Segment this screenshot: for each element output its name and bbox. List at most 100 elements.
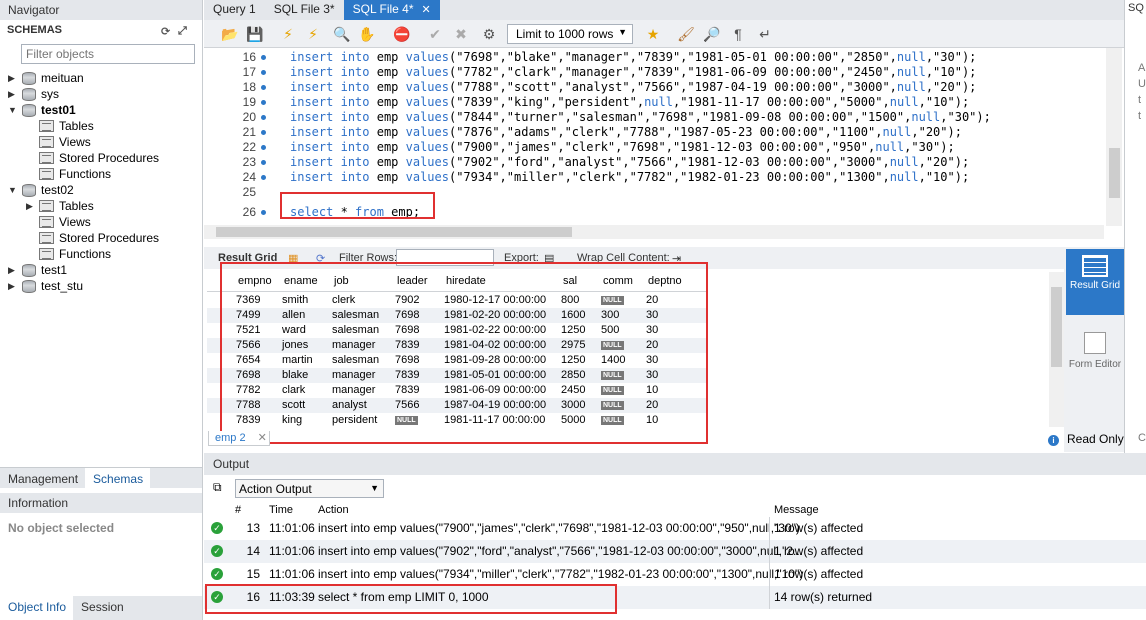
schema-item[interactable]: ▶ meituan [8, 70, 84, 86]
output-message: 1 row(s) affected [774, 567, 864, 581]
close-icon[interactable]: ✕ [422, 4, 431, 16]
schema-item[interactable]: ▼ test01 [8, 102, 76, 118]
line-number: 20 [242, 110, 256, 124]
result-grid-button[interactable]: Result Grid [1066, 249, 1124, 315]
folder-icon [39, 168, 54, 180]
code-line: 23 insert into emp values("7902","ford","… [204, 155, 1104, 170]
tab-schemas[interactable]: Schemas [85, 468, 151, 488]
refresh-icon[interactable]: ⟳ [161, 25, 170, 38]
schema-item[interactable]: ▶ test1 [8, 262, 67, 278]
output-column-header: # [235, 504, 242, 516]
line-number: 25 [242, 185, 256, 199]
rail-result-label: Result Grid [1069, 280, 1120, 291]
schema-name: test1 [41, 263, 68, 277]
panel-text: A [1138, 62, 1146, 74]
schema-child-item[interactable]: ▶ Tables [26, 198, 94, 214]
chevron-right-icon[interactable]: ▶ [8, 73, 18, 84]
save-icon[interactable]: 💾 [246, 25, 264, 43]
chevron-right-icon[interactable]: ▶ [8, 265, 18, 276]
chevron-down-icon: ▼ [618, 27, 627, 37]
folder-icon [39, 120, 54, 132]
schema-child-item[interactable]: Functions [39, 246, 111, 262]
code-line: 22 insert into emp values("7900","james",… [204, 140, 1104, 155]
output-n: 14 [246, 544, 260, 558]
code-text: insert into emp values("7782","clark","m… [290, 65, 977, 79]
line-number: 19 [242, 95, 256, 109]
tab-object-info[interactable]: Object Info [0, 596, 74, 620]
filter-objects-input[interactable] [21, 44, 195, 64]
output-toolbar: ⧉ Action Output ▼ [204, 476, 1146, 500]
beautify-icon[interactable]: 🖌 [677, 25, 695, 43]
output-view-icon[interactable]: ⧉ [213, 480, 222, 495]
scroll-thumb[interactable] [1051, 287, 1062, 367]
tab-sql-file-4[interactable]: SQL File 4* ✕ [343, 0, 440, 20]
commit-icon[interactable]: ✔ [426, 25, 444, 43]
panel-text: U [1138, 78, 1146, 90]
output-message: 14 row(s) returned [774, 590, 873, 604]
editor-vscrollbar[interactable] [1106, 48, 1122, 226]
schema-item[interactable]: ▶ test_stu [8, 278, 83, 294]
sql-additions-panel: SQ A U t t Co [1124, 0, 1146, 453]
schema-child-item[interactable]: Functions [39, 166, 111, 182]
tab-query-1[interactable]: Query 1 [204, 0, 265, 20]
navigator-title: Navigator [0, 0, 202, 20]
toggle-error-icon[interactable]: ⛔ [393, 25, 411, 43]
database-icon [22, 183, 36, 197]
schema-name: test_stu [41, 279, 84, 293]
statement-marker-icon [261, 145, 266, 150]
column-divider [769, 586, 770, 609]
rollback-icon[interactable]: ✖ [452, 25, 470, 43]
close-icon[interactable]: ✕ [258, 432, 267, 444]
chevron-right-icon[interactable]: ▶ [8, 89, 18, 100]
schema-child-item[interactable]: Views [39, 214, 91, 230]
schema-item[interactable]: ▶ sys [8, 86, 59, 102]
autocommit-icon[interactable]: ⚙ [480, 25, 498, 43]
chevron-right-icon[interactable]: ▶ [26, 201, 36, 212]
form-editor-button[interactable]: Form Editor [1066, 332, 1124, 370]
expand-icon[interactable]: ⤢ [178, 25, 187, 38]
scroll-thumb[interactable] [216, 227, 572, 237]
statement-marker-icon [261, 130, 266, 135]
limit-rows-select[interactable]: Limit to 1000 rows ▼ [507, 24, 633, 44]
chevron-down-icon[interactable]: ▼ [8, 105, 18, 115]
wrap-lines-icon[interactable]: ↵ [756, 25, 774, 43]
bookmark-star-icon[interactable]: ★ [644, 25, 662, 43]
tab-sql-file-3[interactable]: SQL File 3* [265, 0, 344, 20]
action-output-select[interactable]: Action Output ▼ [235, 479, 384, 498]
output-row[interactable]: ✓ 14 11:01:06 insert into emp values("7902"… [204, 540, 1146, 563]
code-text: insert into emp values("7876","adams","c… [290, 125, 962, 139]
sql-editor[interactable]: 16 insert into emp values("7698","blake",… [204, 48, 1124, 228]
schema-name: sys [41, 87, 59, 101]
grid-vscrollbar[interactable] [1049, 272, 1064, 427]
tab-management[interactable]: Management [0, 468, 85, 488]
execute-current-icon[interactable]: ⚡ [304, 25, 322, 43]
column-divider [769, 540, 770, 563]
find-icon[interactable]: 🔎 [703, 25, 721, 43]
result-tab-emp-2[interactable]: emp 2 ✕ [208, 431, 270, 446]
schema-item[interactable]: ▼ test02 [8, 182, 74, 198]
invisible-chars-icon[interactable]: ¶ [729, 25, 747, 43]
tab-session[interactable]: Session [73, 596, 131, 620]
stop-icon[interactable]: ✋ [358, 25, 376, 43]
editor-hscrollbar[interactable] [204, 225, 1104, 239]
form-icon [1084, 332, 1106, 354]
output-column-header: Time [269, 504, 294, 516]
database-icon [22, 71, 36, 85]
line-number: 23 [242, 155, 256, 169]
schema-child-item[interactable]: Views [39, 134, 91, 150]
explain-icon[interactable]: 🔍 [333, 25, 351, 43]
output-row[interactable]: ✓ 15 11:01:06 insert into emp values("7934"… [204, 563, 1146, 586]
schema-child-item[interactable]: Stored Procedures [39, 150, 159, 166]
chevron-down-icon[interactable]: ▼ [8, 185, 18, 195]
execute-icon[interactable]: ⚡ [279, 25, 297, 43]
schema-child-item[interactable]: Stored Procedures [39, 230, 159, 246]
statement-marker-icon [261, 115, 266, 120]
schema-child-label: Stored Procedures [59, 151, 160, 165]
chevron-right-icon[interactable]: ▶ [8, 281, 18, 292]
read-only-indicator: i Read Only [1048, 432, 1124, 446]
open-folder-icon[interactable]: 📂 [221, 25, 239, 43]
output-row[interactable]: ✓ 13 11:01:06 insert into emp values("7900"… [204, 517, 1146, 540]
scroll-thumb[interactable] [1109, 148, 1120, 198]
statement-marker-icon [261, 70, 266, 75]
schema-child-item[interactable]: Tables [39, 118, 94, 134]
